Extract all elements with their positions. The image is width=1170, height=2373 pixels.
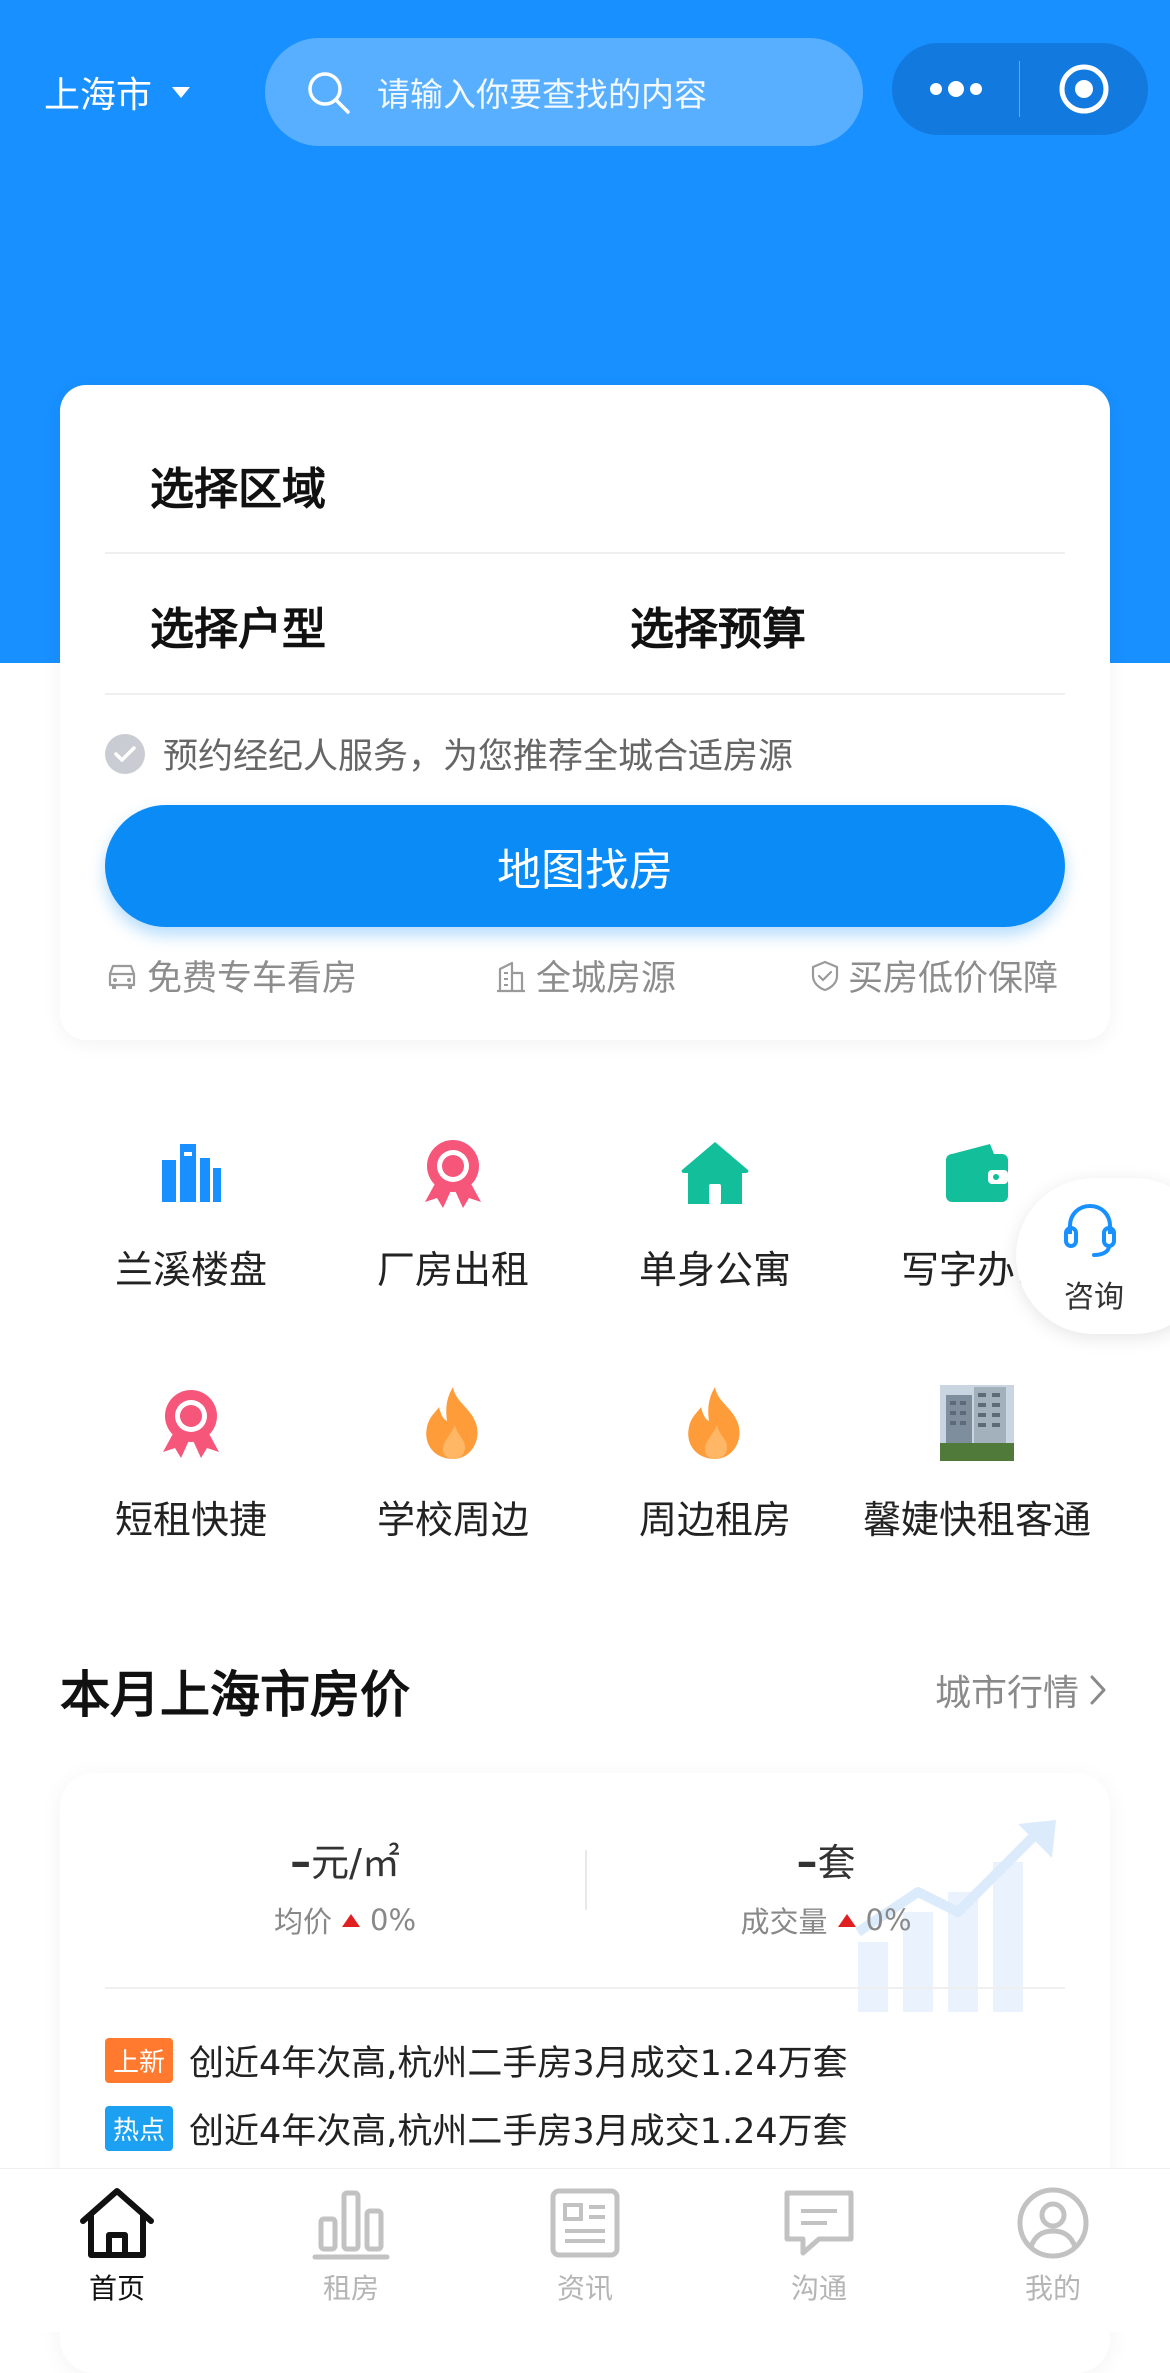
volume-change: 0%: [865, 1903, 912, 1937]
tab-home[interactable]: 首页: [0, 2169, 234, 2332]
tab-label: 租房: [322, 2272, 379, 2305]
avg-price-change: 0%: [370, 1903, 417, 1937]
mini-program-capsule: [892, 43, 1148, 135]
checkbox[interactable]: [105, 733, 145, 774]
agent-service-note: 预约经纪人服务，为您推荐全城合适房源: [163, 737, 794, 777]
category-label: 馨婕快租客通: [862, 1498, 1091, 1542]
city-selector[interactable]: 上海市: [44, 66, 191, 118]
agent-service-option[interactable]: 预约经纪人服务，为您推荐全城合适房源: [105, 728, 793, 779]
room-type-selector[interactable]: 选择户型: [150, 593, 326, 657]
feature-free-car: 免费专车看房: [105, 950, 357, 1001]
search-icon: [308, 72, 350, 114]
search-bar[interactable]: 请输入你要查找的内容: [265, 38, 863, 146]
category-single-apartment[interactable]: 单身公寓: [584, 1133, 846, 1294]
news-text: 创近4年次高,杭州二手房3月成交1.24万套: [189, 2044, 848, 2084]
headset-icon: [1064, 1203, 1116, 1257]
news-icon: [550, 2188, 620, 2258]
chevron-right-icon: [1090, 1675, 1106, 1705]
bar-chart-icon: [312, 2190, 390, 2260]
user-icon: [1017, 2187, 1089, 2259]
caret-down-icon: [172, 86, 191, 98]
tab-label: 沟通: [790, 2272, 847, 2305]
building-outline-icon: [497, 961, 525, 992]
category-near-school[interactable]: 学校周边: [322, 1383, 584, 1544]
volume-unit: 套: [817, 1841, 856, 1885]
arrow-up-icon: [342, 1913, 360, 1927]
tab-rent[interactable]: 租房: [234, 2169, 468, 2332]
wallet-icon: [946, 1144, 1008, 1202]
category-label: 短租快捷: [114, 1498, 267, 1542]
news-text: 创近4年次高,杭州二手房3月成交1.24万套: [189, 2112, 848, 2152]
news-item[interactable]: 热点 创近4年次高,杭州二手房3月成交1.24万套: [105, 2103, 848, 2154]
shield-check-icon: [811, 960, 839, 991]
car-icon: [108, 964, 136, 989]
bottom-tab-bar: 首页 租房 资讯 沟通 我的: [0, 2168, 1170, 2332]
tab-label: 资讯: [556, 2272, 613, 2305]
avg-price-stat: –元/㎡ 均价 0%: [105, 1832, 585, 1941]
volume-label: 成交量: [740, 1905, 828, 1939]
chat-icon: [784, 2190, 854, 2256]
city-label: 上海市: [44, 75, 153, 116]
news-tag-hot: 热点: [105, 2106, 174, 2151]
arrow-up-icon: [837, 1913, 856, 1927]
city-market-link[interactable]: 城市行情: [935, 1664, 1107, 1716]
map-search-button[interactable]: 地图找房: [105, 805, 1065, 927]
consult-floating-button[interactable]: 咨询: [1016, 1178, 1170, 1334]
home-icon: [80, 2188, 154, 2258]
category-lanxi-properties[interactable]: 兰溪楼盘: [60, 1133, 322, 1294]
feature-label: 全城房源: [536, 959, 677, 999]
city-market-label: 城市行情: [935, 1673, 1080, 1714]
budget-selector[interactable]: 选择预算: [630, 593, 806, 657]
consult-label: 咨询: [1064, 1280, 1124, 1315]
tab-label: 首页: [88, 2272, 145, 2305]
news-tag-new: 上新: [105, 2038, 174, 2083]
divider: [105, 552, 1065, 554]
building-photo-icon: [940, 1385, 1014, 1461]
divider: [105, 1987, 1065, 1989]
flame-icon: [688, 1387, 740, 1459]
feature-label: 免费专车看房: [147, 959, 358, 999]
avg-price-label: 均价: [273, 1905, 332, 1939]
volume-value: –: [796, 1837, 818, 1886]
area-selector[interactable]: 选择区域: [150, 453, 326, 517]
ribbon-badge-icon: [425, 1140, 481, 1208]
flame-icon: [426, 1387, 478, 1459]
volume-stat: –套 成交量 0%: [587, 1832, 1065, 1941]
category-short-rent[interactable]: 短租快捷: [60, 1383, 322, 1544]
category-label: 周边租房: [638, 1498, 791, 1542]
tab-chat[interactable]: 沟通: [702, 2169, 936, 2332]
tab-label: 我的: [1024, 2272, 1081, 2305]
category-nearby-rent[interactable]: 周边租房: [584, 1383, 846, 1544]
news-item[interactable]: 上新 创近4年次高,杭州二手房3月成交1.24万套: [105, 2035, 848, 2086]
category-label: 学校周边: [376, 1498, 529, 1542]
feature-all-listings: 全城房源: [494, 950, 676, 1001]
more-dots-icon: [929, 81, 982, 97]
target-icon: [1059, 64, 1108, 114]
category-xinjie-quick-rent[interactable]: 馨婕快租客通: [846, 1383, 1108, 1544]
price-section-title: 本月上海市房价: [60, 1666, 410, 1724]
tab-profile[interactable]: 我的: [936, 2169, 1170, 2332]
avg-price-unit: 元/㎡: [311, 1841, 400, 1885]
building-icon: [162, 1144, 221, 1202]
feature-label: 买房低价保障: [848, 959, 1059, 999]
category-label: 厂房出租: [376, 1248, 529, 1292]
search-placeholder: 请输入你要查找的内容: [377, 75, 707, 114]
ribbon-badge-icon: [163, 1390, 219, 1458]
more-button[interactable]: [892, 43, 1019, 135]
avg-price-value: –: [290, 1837, 312, 1886]
category-label: 兰溪楼盘: [114, 1248, 267, 1292]
house-icon: [681, 1142, 749, 1204]
check-icon: [114, 745, 136, 762]
feature-price-guarantee: 买房低价保障: [810, 950, 1058, 1001]
tab-news[interactable]: 资讯: [468, 2169, 702, 2332]
category-label: 单身公寓: [638, 1248, 791, 1292]
close-miniprogram-button[interactable]: [1020, 43, 1147, 135]
category-factory-rent[interactable]: 厂房出租: [322, 1133, 584, 1294]
divider: [105, 693, 1065, 695]
